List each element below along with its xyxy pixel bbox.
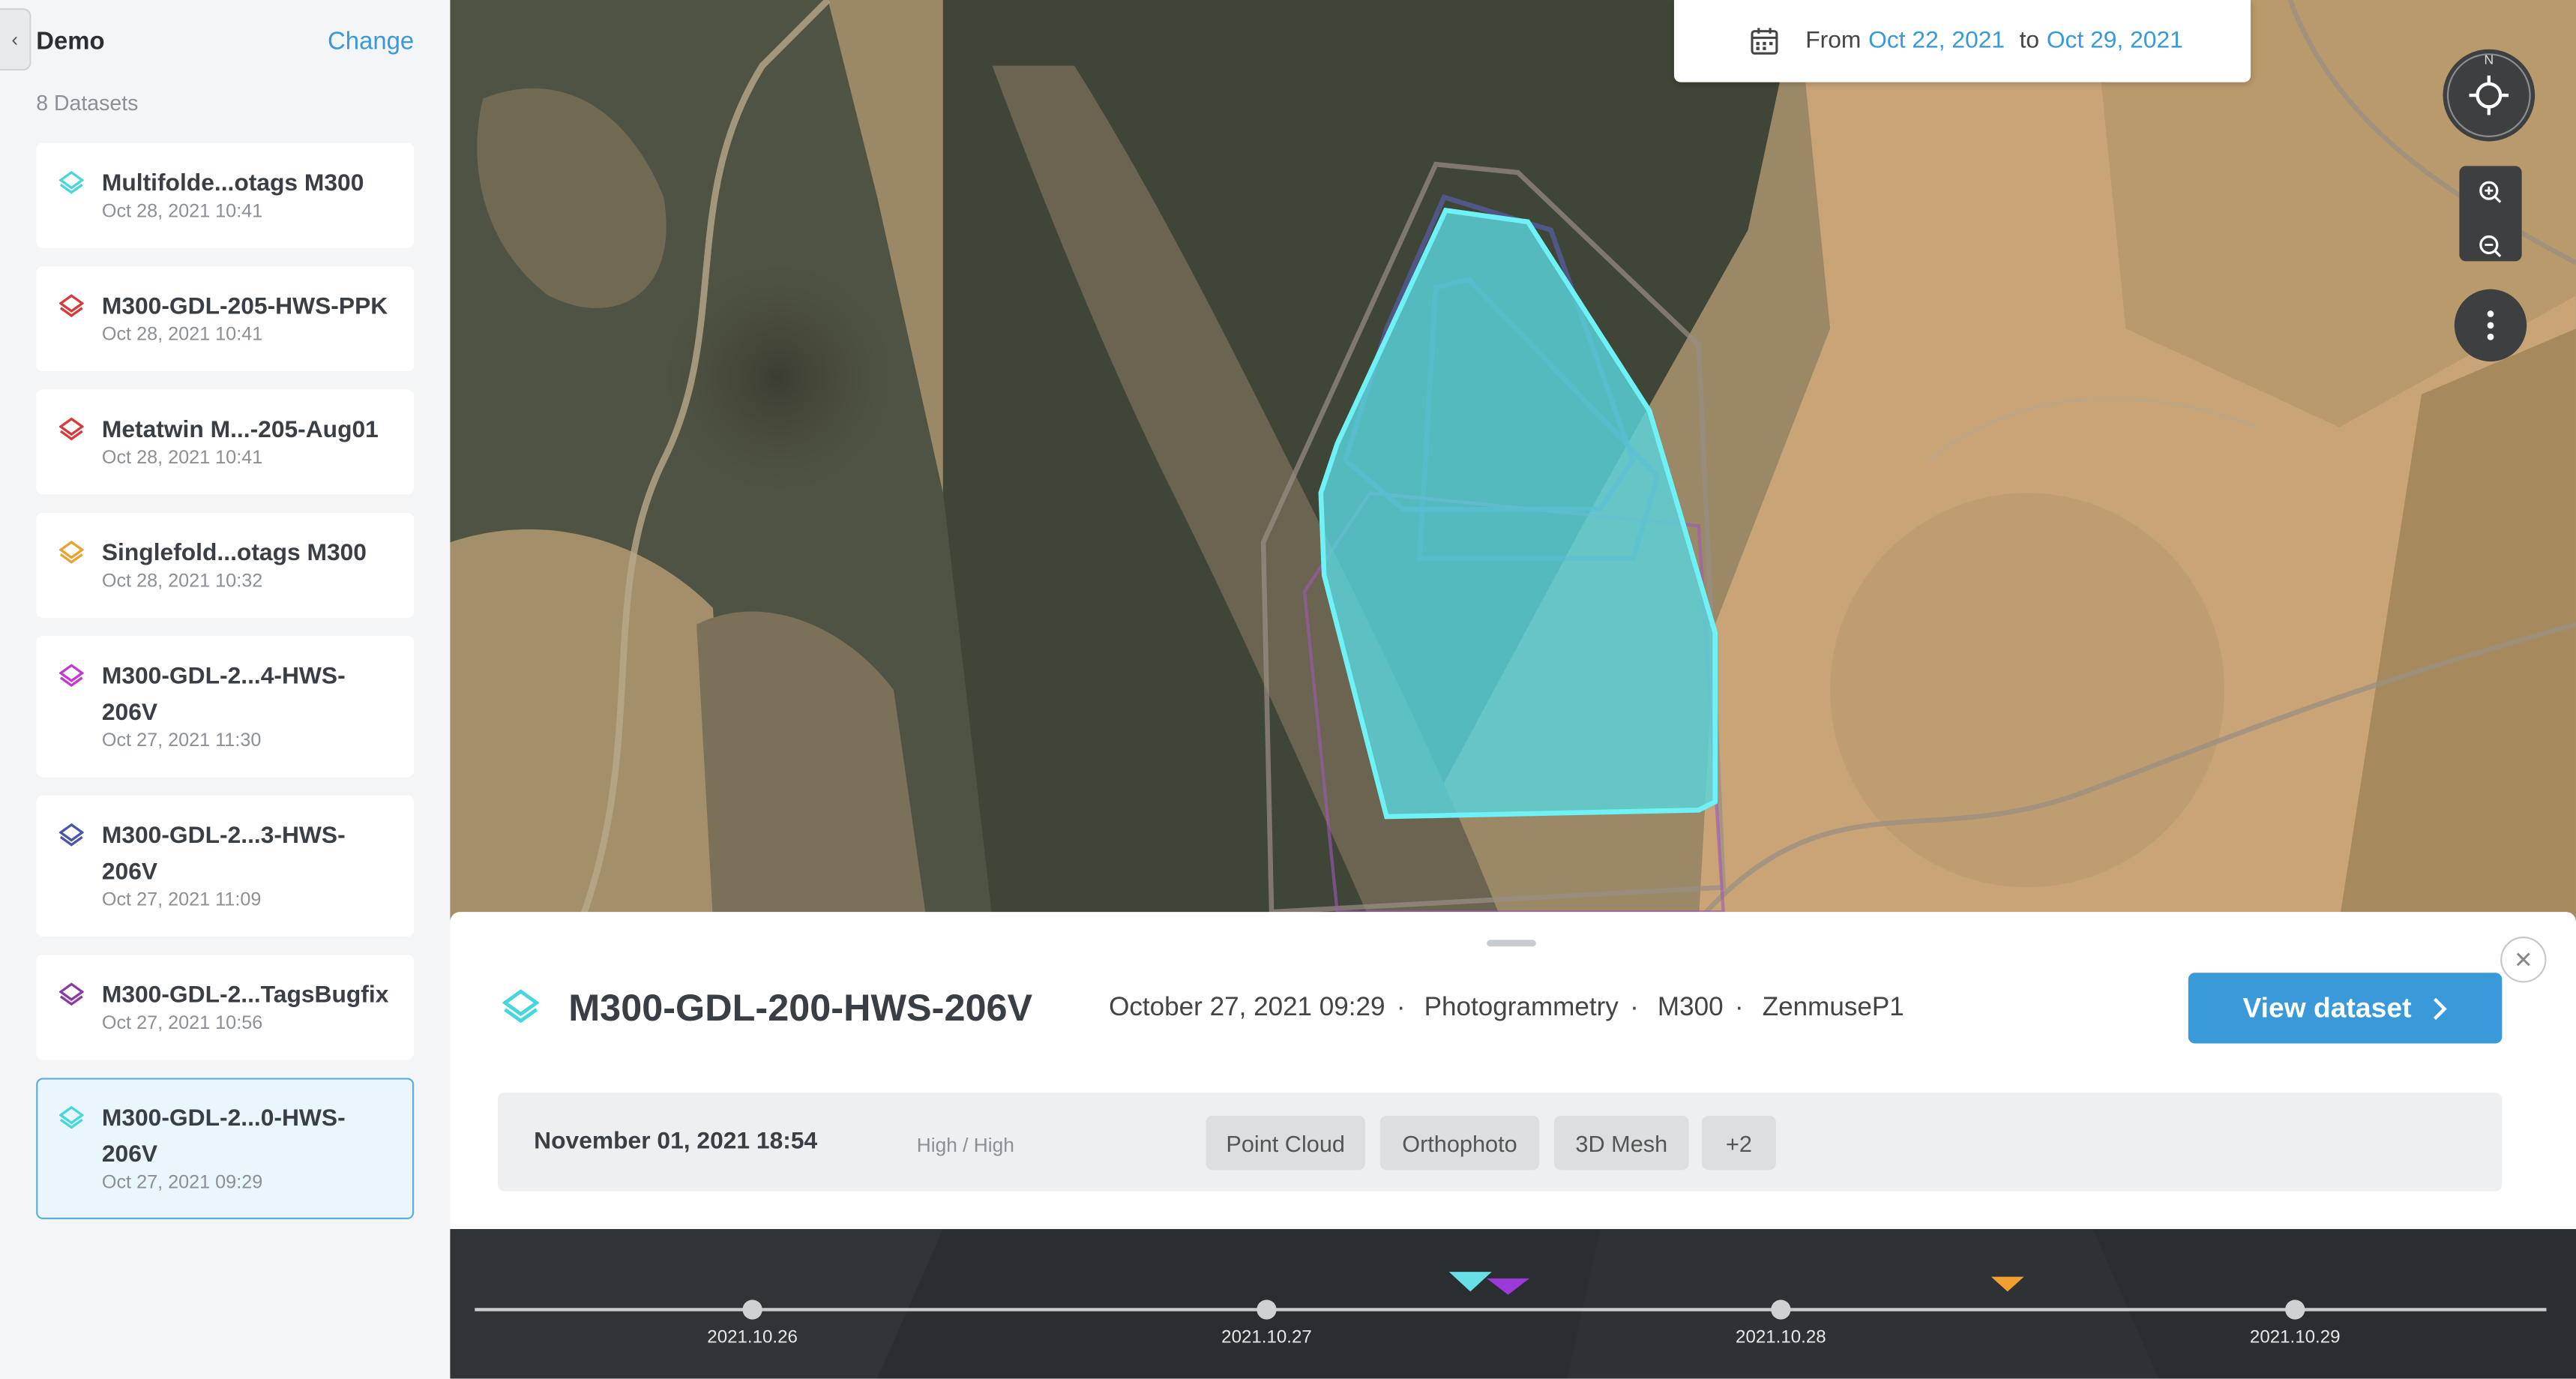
- dataset-card[interactable]: M300-GDL-2...3-HWS-206V Oct 27, 2021 11:…: [36, 795, 415, 937]
- dataset-name: Singlefold...otags M300: [101, 540, 367, 567]
- satellite-map[interactable]: From Oct 22, 2021 to Oct 29, 2021 N: [450, 0, 2576, 921]
- tag-3d-mesh[interactable]: 3D Mesh: [1553, 1115, 1689, 1171]
- zoom-out-icon[interactable]: [2459, 222, 2521, 270]
- close-panel-button[interactable]: ✕: [2500, 937, 2547, 983]
- meta-sensor: ZenmuseP1: [1762, 994, 1904, 1022]
- timeline-label: 2021.10.27: [1221, 1327, 1312, 1348]
- dataset-name: M300-GDL-2...0-HWS-206V: [101, 1105, 346, 1169]
- dataset-card[interactable]: Multifolde...otags M300 Oct 28, 2021 10:…: [36, 142, 415, 248]
- map-imagery: [450, 0, 2576, 921]
- sidebar: ‹ Demo Change 8 Datasets Multifolde...ot…: [0, 0, 451, 1379]
- dataset-detail-panel: ✕ M300-GDL-200-HWS-206V October 27, 2021…: [450, 912, 2576, 1233]
- close-icon: ✕: [2513, 946, 2533, 973]
- tag-more[interactable]: +2: [1702, 1115, 1776, 1171]
- processing-quality: High / High: [916, 1133, 1014, 1157]
- dataset-list: Multifolde...otags M300 Oct 28, 2021 10:…: [36, 142, 415, 1237]
- processing-row[interactable]: November 01, 2021 18:54 High / High Poin…: [497, 1093, 2503, 1192]
- zoom-in-icon[interactable]: [2459, 166, 2521, 214]
- compass-button[interactable]: N: [2443, 49, 2536, 142]
- dataset-name: Metatwin M...-205-Aug01: [101, 417, 379, 444]
- marker-orange[interactable]: [1990, 1276, 2024, 1292]
- tag-point-cloud[interactable]: Point Cloud: [1206, 1115, 1365, 1171]
- dataset-date: Oct 27, 2021 10:56: [101, 1014, 263, 1034]
- meta-drone: M300: [1657, 994, 1724, 1022]
- date-from-value[interactable]: Oct 22, 2021: [1868, 28, 2005, 54]
- layers-icon: [58, 664, 84, 688]
- drag-handle[interactable]: [1487, 940, 1536, 947]
- change-project-link[interactable]: Change: [328, 28, 414, 55]
- dataset-card[interactable]: M300-GDL-2...TagsBugfix Oct 27, 2021 10:…: [36, 955, 415, 1060]
- timeline-tick[interactable]: [2285, 1300, 2305, 1320]
- timeline-tick[interactable]: [1771, 1300, 1791, 1320]
- calendar-icon: [1751, 28, 1778, 55]
- meta-type: Photogrammetry: [1424, 994, 1619, 1022]
- dataset-date: Oct 28, 2021 10:41: [101, 202, 263, 222]
- dataset-date: Oct 27, 2021 11:09: [101, 890, 262, 910]
- more-options-button[interactable]: [2454, 289, 2527, 362]
- dataset-card[interactable]: Metatwin M...-205-Aug01 Oct 28, 2021 10:…: [36, 389, 415, 495]
- app-root: ‹ Demo Change 8 Datasets Multifolde...ot…: [0, 0, 2576, 1379]
- dataset-name: M300-GDL-2...3-HWS-206V: [101, 823, 346, 886]
- dataset-date: Oct 27, 2021 09:29: [101, 1173, 263, 1193]
- dataset-name: Multifolde...otags M300: [101, 170, 364, 197]
- layers-icon: [58, 823, 84, 847]
- dataset-meta: October 27, 2021 09:29 · Photogrammetry · …: [1109, 994, 1904, 1022]
- date-range-bar[interactable]: From Oct 22, 2021 to Oct 29, 2021: [1673, 0, 2251, 82]
- view-dataset-button[interactable]: View dataset: [2188, 973, 2503, 1044]
- dataset-card[interactable]: Singlefold...otags M300 Oct 28, 2021 10:…: [36, 512, 415, 618]
- dataset-card[interactable]: M300-GDL-205-HWS-PPK Oct 28, 2021 10:41: [36, 265, 415, 372]
- dataset-title: M300-GDL-200-HWS-206V: [568, 985, 1033, 1029]
- layers-icon: [58, 982, 84, 1006]
- timeline-tick[interactable]: [1257, 1300, 1277, 1320]
- tag-orthophoto[interactable]: Orthophoto: [1379, 1115, 1540, 1171]
- layers-icon: [58, 1105, 84, 1129]
- dataset-date: Oct 28, 2021 10:41: [101, 325, 263, 346]
- chevron-left-icon: ‹: [11, 28, 19, 51]
- project-name: Demo: [36, 28, 105, 56]
- dataset-count: 8 Datasets: [36, 90, 139, 115]
- processing-date: November 01, 2021 18:54: [534, 1129, 818, 1156]
- layers-icon: [502, 989, 539, 1024]
- date-to-label: to: [2019, 28, 2040, 55]
- more-vertical-icon: [2487, 310, 2494, 340]
- view-dataset-label: View dataset: [2242, 991, 2412, 1024]
- dataset-date: Oct 28, 2021 10:32: [101, 571, 263, 592]
- meta-date: October 27, 2021 09:29: [1109, 994, 1385, 1022]
- timeline[interactable]: 2021.10.26 2021.10.27 2021.10.28 2021.10…: [450, 1229, 2576, 1379]
- dataset-name: M300-GDL-205-HWS-PPK: [101, 294, 388, 321]
- dataset-name: M300-GDL-2...4-HWS-206V: [101, 664, 346, 727]
- timeline-markers: [1448, 1272, 2024, 1295]
- timeline-tick[interactable]: [742, 1300, 762, 1320]
- layers-icon: [58, 417, 84, 441]
- dataset-name: M300-GDL-2...TagsBugfix: [101, 982, 389, 1009]
- compass-north-letter: N: [2484, 52, 2494, 67]
- layers-icon: [58, 540, 84, 564]
- dataset-date: Oct 28, 2021 10:41: [101, 448, 263, 469]
- timeline-label: 2021.10.28: [1736, 1327, 1826, 1348]
- layers-icon: [58, 170, 84, 194]
- collapse-sidebar-button[interactable]: ‹: [0, 7, 31, 71]
- date-to-value[interactable]: Oct 29, 2021: [2047, 28, 2183, 54]
- timeline-label: 2021.10.29: [2249, 1327, 2341, 1348]
- timeline-label: 2021.10.26: [707, 1327, 798, 1348]
- dataset-date: Oct 27, 2021 11:30: [101, 731, 262, 751]
- chevron-right-icon: [2433, 997, 2447, 1020]
- layers-icon: [58, 294, 84, 318]
- marker-cyan[interactable]: [1448, 1272, 1492, 1292]
- dataset-card-selected[interactable]: M300-GDL-2...0-HWS-206V Oct 27, 2021 09:…: [36, 1078, 415, 1219]
- timeline-track: [475, 1308, 2547, 1312]
- marker-purple[interactable]: [1487, 1278, 1530, 1295]
- date-from-label: From: [1805, 28, 1862, 55]
- compass-icon: N: [2446, 52, 2531, 137]
- zoom-controls: [2459, 166, 2522, 262]
- dataset-card[interactable]: M300-GDL-2...4-HWS-206V Oct 27, 2021 11:…: [36, 636, 415, 778]
